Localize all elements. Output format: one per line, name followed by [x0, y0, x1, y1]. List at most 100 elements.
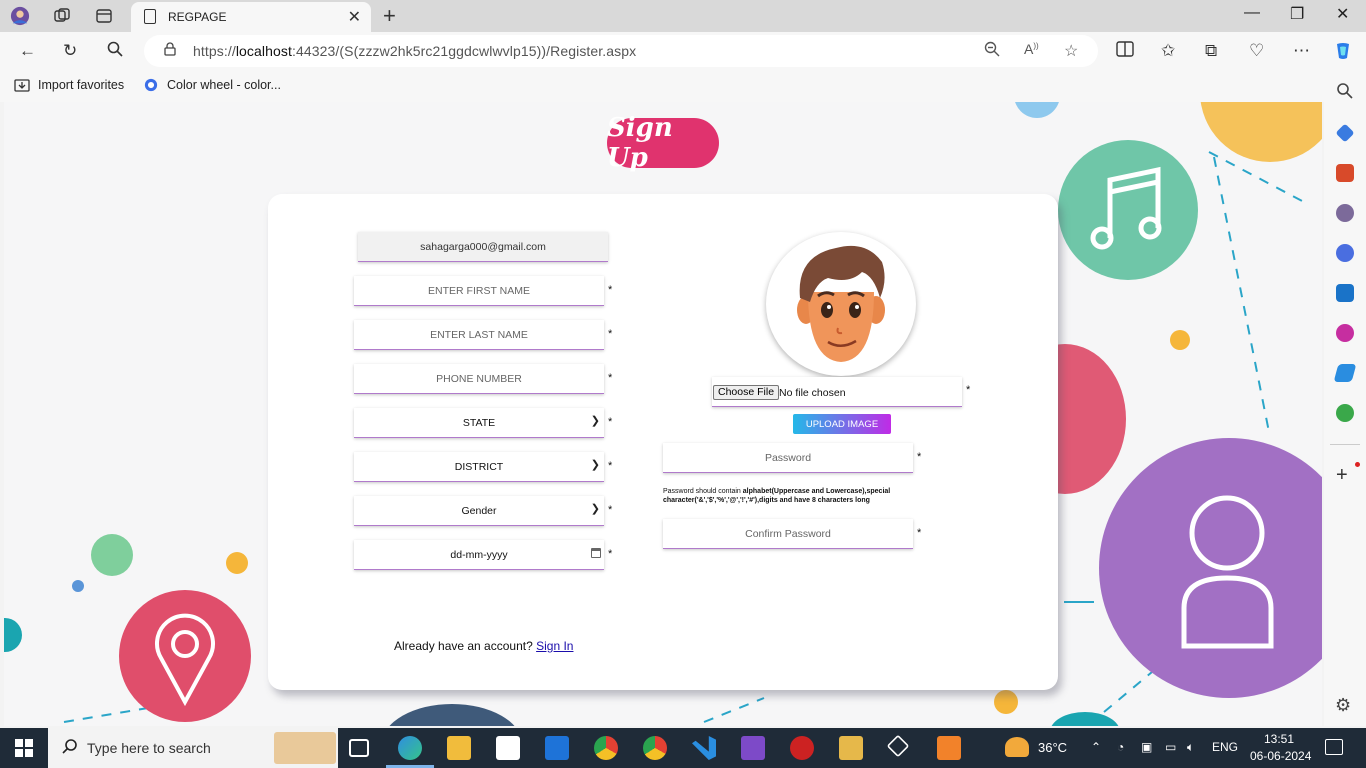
weather-icon[interactable] — [1005, 737, 1029, 757]
minimize-icon[interactable]: — — [1244, 4, 1260, 22]
weather-temperature[interactable]: 36°C — [1038, 740, 1067, 755]
clock-date[interactable]: 06-06-2024 — [1250, 749, 1311, 763]
required-asterisk: * — [917, 527, 922, 539]
copilot-icon[interactable] — [1333, 41, 1353, 66]
vscode-icon[interactable] — [692, 736, 716, 760]
profile-avatar-icon[interactable] — [10, 6, 30, 26]
first-name-input[interactable] — [354, 276, 604, 306]
required-asterisk: * — [608, 284, 613, 296]
favorite-import[interactable]: Import favorites — [14, 78, 124, 92]
refresh-icon[interactable]: ↻ — [63, 41, 77, 61]
battery-icon[interactable]: ▭ — [1165, 740, 1176, 754]
email-field[interactable] — [358, 232, 608, 262]
more-options-icon[interactable]: ⋯ — [1293, 41, 1310, 61]
search-icon[interactable] — [107, 41, 123, 62]
tab-actions-icon[interactable] — [94, 6, 114, 26]
edge-app-icon[interactable] — [398, 736, 422, 760]
designer-icon[interactable] — [1336, 324, 1354, 342]
confirm-password-input[interactable] — [663, 519, 913, 549]
notification-center-icon[interactable] — [1325, 739, 1343, 755]
games-icon[interactable] — [1336, 204, 1354, 222]
close-window-icon[interactable]: ✕ — [1336, 4, 1349, 24]
xampp-icon[interactable] — [937, 736, 961, 760]
required-asterisk: * — [917, 451, 922, 463]
decor-dot — [226, 552, 248, 574]
tree-icon[interactable] — [1336, 404, 1354, 422]
search-icon[interactable] — [1336, 82, 1354, 100]
decor-dot — [994, 690, 1018, 714]
chrome-profile-icon[interactable] — [594, 736, 618, 760]
music-note-icon — [1090, 166, 1162, 250]
lock-icon[interactable] — [164, 42, 176, 56]
upload-image-button[interactable]: UPLOAD IMAGE — [793, 414, 891, 434]
taskbar-search-box[interactable]: Type here to search — [48, 728, 338, 768]
state-select[interactable]: STATE ❯ — [354, 408, 604, 438]
volume-icon[interactable]: 🔈︎ — [1187, 740, 1194, 755]
sign-in-link[interactable]: Sign In — [536, 639, 573, 653]
choose-file-button[interactable]: Choose File — [713, 385, 780, 400]
chrome-icon[interactable] — [643, 736, 667, 760]
outlook-icon[interactable] — [1336, 284, 1354, 302]
sign-up-badge: Sign Up — [607, 113, 719, 173]
required-asterisk: * — [608, 372, 613, 384]
favorite-color-wheel[interactable]: Color wheel - color... — [143, 78, 281, 92]
district-select[interactable]: DISTRICT ❯ — [354, 452, 604, 482]
gender-select-value: Gender — [461, 505, 497, 517]
color-wheel-icon — [144, 78, 158, 92]
search-placeholder: Type here to search — [87, 740, 211, 756]
required-asterisk: * — [966, 384, 971, 396]
windows-start-icon[interactable] — [15, 739, 33, 757]
visual-studio-icon[interactable] — [741, 736, 765, 760]
chevron-down-icon: ❯ — [590, 459, 600, 471]
last-name-input[interactable] — [354, 320, 604, 350]
virtualbox-icon[interactable] — [886, 734, 910, 758]
language-indicator[interactable]: ENG — [1212, 740, 1238, 754]
read-aloud-icon[interactable]: A)) — [1024, 41, 1039, 57]
record-icon[interactable] — [790, 736, 814, 760]
url-text[interactable]: https://localhost:44323/(S(zzzw2hk5rc21g… — [193, 43, 636, 59]
settings-gear-icon[interactable]: ⚙ — [1335, 695, 1351, 716]
phone-number-input[interactable] — [354, 364, 604, 394]
image-file-input[interactable]: Choose File No file chosen — [712, 377, 962, 407]
calendar-icon[interactable] — [591, 548, 601, 558]
zoom-out-icon[interactable] — [984, 41, 1000, 62]
shopping-icon[interactable] — [1335, 123, 1355, 143]
file-explorer-icon[interactable] — [447, 736, 471, 760]
restore-icon[interactable]: ❐ — [1290, 4, 1304, 24]
camera-icon[interactable]: ▣ — [1141, 740, 1152, 754]
tools-icon[interactable] — [1336, 164, 1354, 182]
clock-time[interactable]: 13:51 — [1264, 732, 1294, 746]
microsoft-store-icon[interactable] — [496, 736, 520, 760]
address-bar[interactable]: https://localhost:44323/(S(zzzw2hk5rc21g… — [144, 35, 1098, 67]
collections-icon[interactable]: ⧉ — [1205, 41, 1217, 61]
close-tab-icon[interactable]: ✕ — [348, 7, 361, 27]
task-view-icon[interactable] — [349, 739, 369, 757]
gender-select[interactable]: Gender ❯ — [354, 496, 604, 526]
performance-icon[interactable]: ♡ — [1249, 41, 1264, 61]
workspaces-icon[interactable] — [52, 6, 72, 26]
new-tab-icon[interactable]: + — [383, 3, 396, 29]
date-of-birth-input[interactable]: dd-mm-yyyy — [354, 540, 604, 570]
split-screen-icon[interactable] — [1116, 41, 1134, 62]
profile-avatar-image — [766, 232, 916, 376]
add-icon[interactable]: + — [1336, 464, 1348, 487]
password-hint: Password should contain alphabet(Upperca… — [663, 488, 891, 504]
sidebar-divider — [1330, 444, 1360, 445]
browser-toolbar: ← ↻ https://localhost:44323/(S(zzzw2hk5r… — [0, 32, 1366, 70]
tab-regpage[interactable]: REGPAGE ✕ — [131, 2, 371, 32]
favorite-star-icon[interactable]: ☆ — [1064, 41, 1078, 61]
favorites-icon[interactable]: ✩ — [1161, 41, 1175, 61]
chevron-up-icon[interactable]: ⌃ — [1091, 740, 1101, 754]
back-icon[interactable]: ← — [19, 41, 36, 61]
mail-icon[interactable] — [545, 736, 569, 760]
microsoft-365-icon[interactable] — [1336, 244, 1354, 262]
network-icon[interactable]: ◔ — [1117, 740, 1124, 754]
location-circle — [119, 590, 251, 722]
tab-title: REGPAGE — [168, 10, 227, 24]
send-icon[interactable] — [1333, 364, 1357, 382]
password-input[interactable] — [663, 443, 913, 473]
decor-dot — [91, 534, 133, 576]
music-circle — [1058, 140, 1198, 280]
tools-app-icon[interactable] — [839, 736, 863, 760]
location-pin-icon — [155, 613, 215, 707]
